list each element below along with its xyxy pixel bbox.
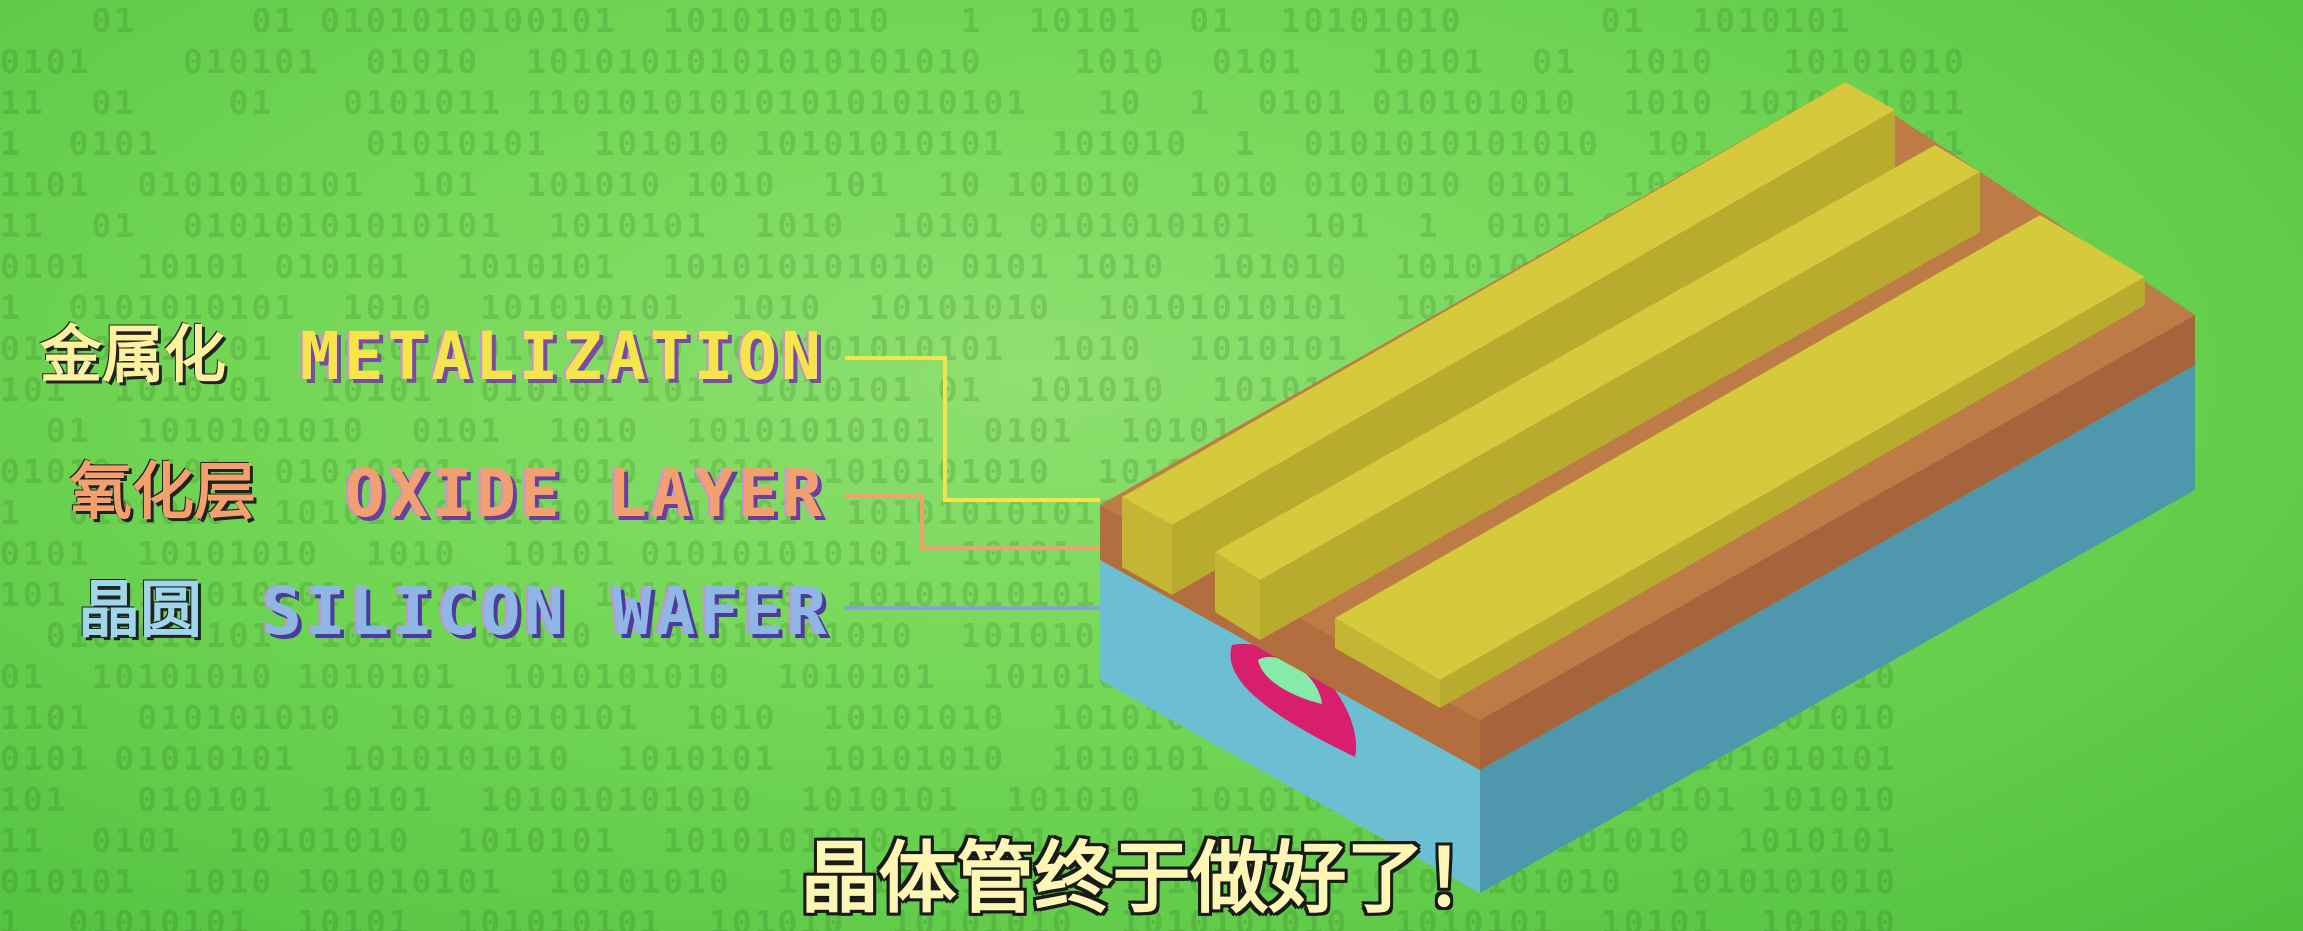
label-metallization-cn: 金属化 [40,318,227,391]
subtitle-caption: 晶体管终于做好了！ [800,834,1503,924]
label-silicon-wafer-cn: 晶圆 [78,573,203,646]
label-silicon-wafer-en: SILICON WAFER [262,573,831,650]
label-metallization-en: METALIZATION [300,318,825,395]
label-oxide-layer-en: OXIDE LAYER [345,455,827,532]
leader-line-oxide [845,494,1100,550]
label-oxide-layer-cn: 氧化层 [70,455,257,528]
leader-line-metallization [845,356,1100,502]
